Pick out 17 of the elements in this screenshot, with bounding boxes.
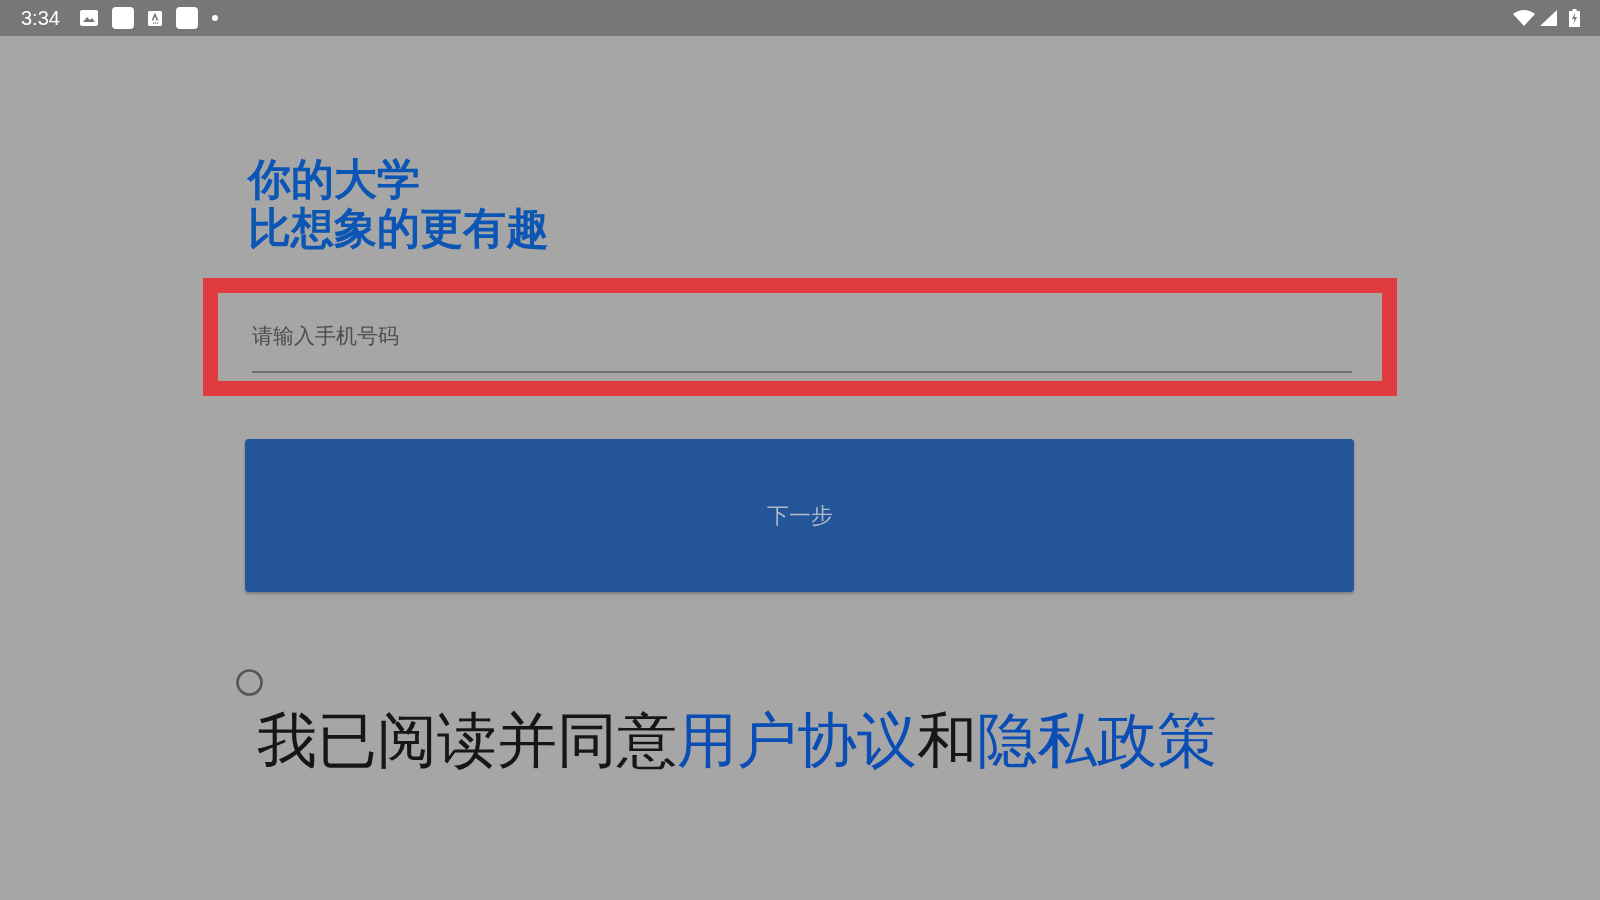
agreement-link[interactable]: 隐私政策 <box>977 707 1217 774</box>
heading-line: 比想象的更有趣 <box>248 204 549 253</box>
agreement-link[interactable]: 用户协议 <box>677 707 917 774</box>
agreement-text: 我已阅读并同意用户协议和隐私政策 <box>257 706 1217 776</box>
signal-icon <box>1540 10 1557 26</box>
battery-charging-icon <box>1569 9 1580 27</box>
next-button[interactable]: 下一步 <box>245 439 1354 592</box>
document-icon <box>147 10 162 26</box>
phone-input[interactable]: 请输入手机号码 <box>252 309 1352 373</box>
status-time: 3:34 <box>21 6 60 30</box>
wifi-icon <box>1513 10 1535 26</box>
heading-line: 你的大学 <box>248 155 420 204</box>
radio-button[interactable] <box>236 669 263 696</box>
app-tile-icon <box>175 7 198 29</box>
app-tile-icon <box>111 7 134 29</box>
image-icon <box>79 10 98 26</box>
dot-icon <box>211 15 218 21</box>
